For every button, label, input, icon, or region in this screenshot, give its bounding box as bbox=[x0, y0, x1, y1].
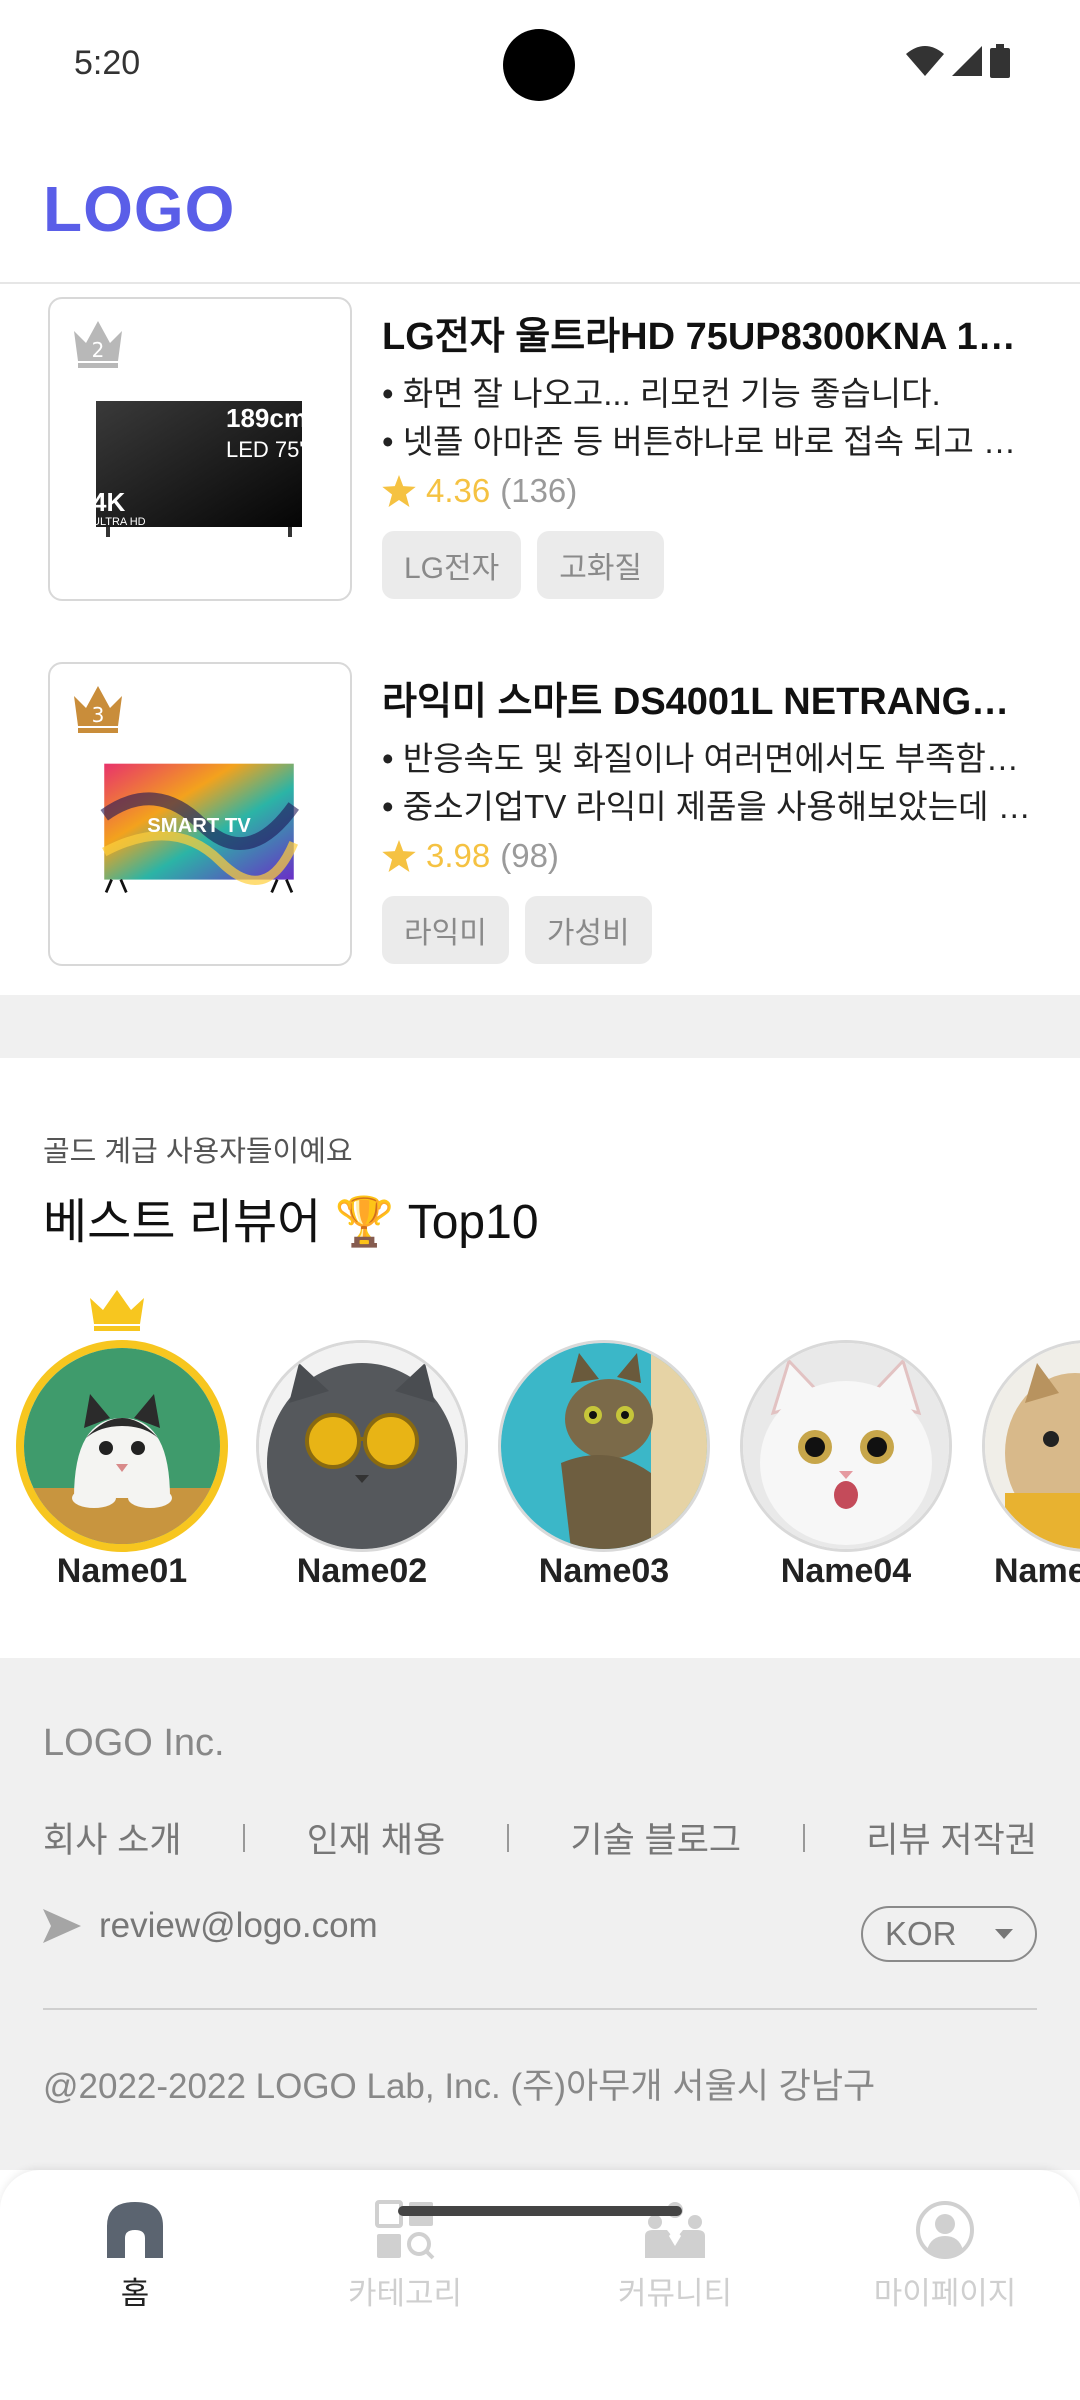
tv-smart-label: SMART TV bbox=[147, 815, 251, 837]
status-bar: 5:20 bbox=[0, 0, 1080, 130]
bronze-crown-icon: 3 bbox=[74, 686, 122, 733]
tv-image: SMART TV bbox=[100, 763, 299, 894]
reviewer-item[interactable]: Name03 bbox=[498, 1340, 710, 1600]
tag-chip[interactable]: 가성비 bbox=[524, 896, 652, 964]
tv-4k-label: 4K bbox=[92, 487, 125, 517]
gold-crown-icon bbox=[90, 1290, 144, 1331]
footer-link-about[interactable]: 회사 소개 bbox=[43, 1812, 182, 1863]
reviewer-avatar[interactable] bbox=[16, 1340, 228, 1552]
nav-label: 홈 bbox=[120, 2276, 150, 2311]
reviewer-name: Name05 bbox=[994, 1552, 1080, 1590]
reviewer-section-subtitle: 골드 계급 사용자들이예요 bbox=[43, 1136, 353, 1168]
reviewer-avatar[interactable] bbox=[256, 1340, 468, 1552]
link-separator bbox=[243, 1823, 246, 1852]
reviewer-avatar[interactable] bbox=[982, 1340, 1080, 1552]
tag-chip[interactable]: 라익미 bbox=[382, 896, 509, 964]
reviewer-avatar[interactable] bbox=[498, 1340, 710, 1552]
contact-email[interactable]: review@logo.com bbox=[99, 1906, 378, 1946]
nav-label: 카테고리 bbox=[347, 2276, 463, 2311]
reviewer-name: Name03 bbox=[538, 1552, 670, 1590]
product-rating: 3.98 (98) bbox=[382, 837, 559, 875]
footer-divider bbox=[43, 2008, 1037, 2010]
language-value: KOR bbox=[885, 1915, 957, 1952]
product-thumbnail[interactable]: 2 189cm LED 75" 4K ULTRA HD bbox=[48, 297, 352, 601]
review-snippet: • 화면 잘 나오고... 리모컨 기능 좋습니다. bbox=[382, 375, 941, 412]
app-screen: 5:20 LOGO 2 189cm LED 75" 4K ULTRA HD LG… bbox=[0, 0, 1080, 2400]
app-logo[interactable]: LOGO bbox=[43, 172, 235, 246]
product-item[interactable]: 3 SMART TV 라익미 스마트 DS4001L NETRANGE 1 • … bbox=[0, 662, 1080, 992]
cat-photo-icon bbox=[24, 1348, 220, 1544]
cat-photo-icon bbox=[985, 1343, 1080, 1549]
signal-icon bbox=[952, 46, 982, 76]
cat-photo-icon bbox=[259, 1343, 465, 1549]
profile-icon bbox=[916, 2201, 974, 2259]
reviewer-name: Name02 bbox=[296, 1552, 428, 1590]
product-item[interactable]: 2 189cm LED 75" 4K ULTRA HD LG전자 울트라HD 7… bbox=[0, 297, 1080, 627]
footer-link-review-copyright[interactable]: 리뷰 저작권 bbox=[866, 1812, 1037, 1863]
product-thumbnail[interactable]: 3 SMART TV bbox=[48, 662, 352, 966]
footer-link-tech-blog[interactable]: 기술 블로그 bbox=[570, 1812, 741, 1863]
footer-links: 회사 소개 인재 채용 기술 블로그 리뷰 저작권 bbox=[43, 1812, 1037, 1863]
rank-number: 2 bbox=[92, 338, 105, 362]
nav-community[interactable]: 커뮤니티 bbox=[540, 2200, 810, 2313]
nav-home[interactable]: 홈 bbox=[0, 2200, 270, 2313]
reviewer-item[interactable]: Name04 bbox=[740, 1340, 952, 1600]
nav-label: 커뮤니티 bbox=[617, 2276, 733, 2311]
product-rating: 4.36 (136) bbox=[382, 472, 577, 510]
reviewer-item[interactable]: Name05 bbox=[982, 1340, 1080, 1600]
product-title[interactable]: LG전자 울트라HD 75UP8300KNA 189cm bbox=[382, 305, 1032, 360]
star-icon bbox=[382, 475, 416, 507]
cat-photo-icon bbox=[501, 1343, 707, 1549]
review-count: (98) bbox=[500, 837, 559, 874]
camera-cutout bbox=[503, 29, 575, 101]
review-count: (136) bbox=[500, 472, 578, 509]
silver-crown-icon: 2 bbox=[74, 321, 122, 368]
tag-chip[interactable]: LG전자 bbox=[382, 531, 522, 599]
language-select[interactable]: KOR bbox=[861, 1906, 1037, 1962]
rating-score: 3.98 bbox=[426, 837, 491, 874]
review-snippet: • 중소기업TV 라익미 제품을 사용해보았는데 만족합니다 bbox=[382, 788, 1032, 825]
nav-category[interactable]: 카테고리 bbox=[270, 2200, 540, 2313]
tv-image: 189cm LED 75" 4K ULTRA HD bbox=[92, 401, 306, 537]
tv-model-label: LED 75" bbox=[226, 437, 306, 462]
product-title[interactable]: 라익미 스마트 DS4001L NETRANGE 101cm bbox=[382, 670, 1032, 725]
product-tags: 라익미 가성비 bbox=[382, 896, 652, 964]
app-header: LOGO bbox=[0, 130, 1080, 284]
section-divider bbox=[0, 995, 1080, 1058]
reviewer-section-title: 베스트 리뷰어 🏆 Top10 bbox=[43, 1196, 539, 1249]
cat-photo-icon bbox=[743, 1343, 949, 1549]
review-snippet: • 넷플 아마존 등 버튼하나로 바로 접속 되고 편리해요 bbox=[382, 423, 1032, 460]
star-icon bbox=[382, 840, 416, 872]
bottom-navigation: 홈 카테고리 커뮤니티 마이페이지 bbox=[0, 2170, 1080, 2400]
home-indicator[interactable] bbox=[398, 2206, 682, 2216]
link-separator bbox=[506, 1823, 509, 1852]
status-icons bbox=[906, 44, 1010, 78]
rank-number: 3 bbox=[92, 703, 105, 727]
rating-score: 4.36 bbox=[426, 472, 491, 509]
reviewer-name: Name01 bbox=[56, 1552, 188, 1590]
reviewer-item[interactable]: Name01 bbox=[16, 1290, 228, 1600]
email-row[interactable]: review@logo.com bbox=[43, 1906, 378, 1946]
product-tags: LG전자 고화질 bbox=[382, 531, 665, 599]
status-time: 5:20 bbox=[74, 44, 141, 82]
reviewer-item[interactable]: Name02 bbox=[256, 1340, 468, 1600]
review-snippet: • 반응속도 및 화질이나 여러면에서도 부족함이 없어요 bbox=[382, 740, 1032, 777]
nav-label: 마이페이지 bbox=[873, 2276, 1017, 2311]
company-name: LOGO Inc. bbox=[43, 1722, 225, 1764]
tv-size-label: 189cm bbox=[226, 403, 306, 433]
nav-mypage[interactable]: 마이페이지 bbox=[810, 2200, 1080, 2313]
copyright-text: @2022-2022 LOGO Lab, Inc. (주)아무개 서울시 강남구 bbox=[43, 2067, 876, 2106]
send-icon bbox=[43, 1909, 81, 1943]
battery-icon bbox=[990, 44, 1010, 78]
reviewer-avatar[interactable] bbox=[740, 1340, 952, 1552]
wifi-icon bbox=[906, 46, 944, 76]
footer: LOGO Inc. 회사 소개 인재 채용 기술 블로그 리뷰 저작권 revi… bbox=[0, 1658, 1080, 2170]
footer-link-careers[interactable]: 인재 채용 bbox=[307, 1812, 446, 1863]
tag-chip[interactable]: 고화질 bbox=[537, 531, 665, 599]
link-separator bbox=[802, 1823, 805, 1852]
reviewer-name: Name04 bbox=[780, 1552, 912, 1590]
caret-down-icon bbox=[995, 1929, 1013, 1939]
home-icon bbox=[107, 2202, 163, 2258]
tv-uhd-label: ULTRA HD bbox=[92, 516, 146, 528]
